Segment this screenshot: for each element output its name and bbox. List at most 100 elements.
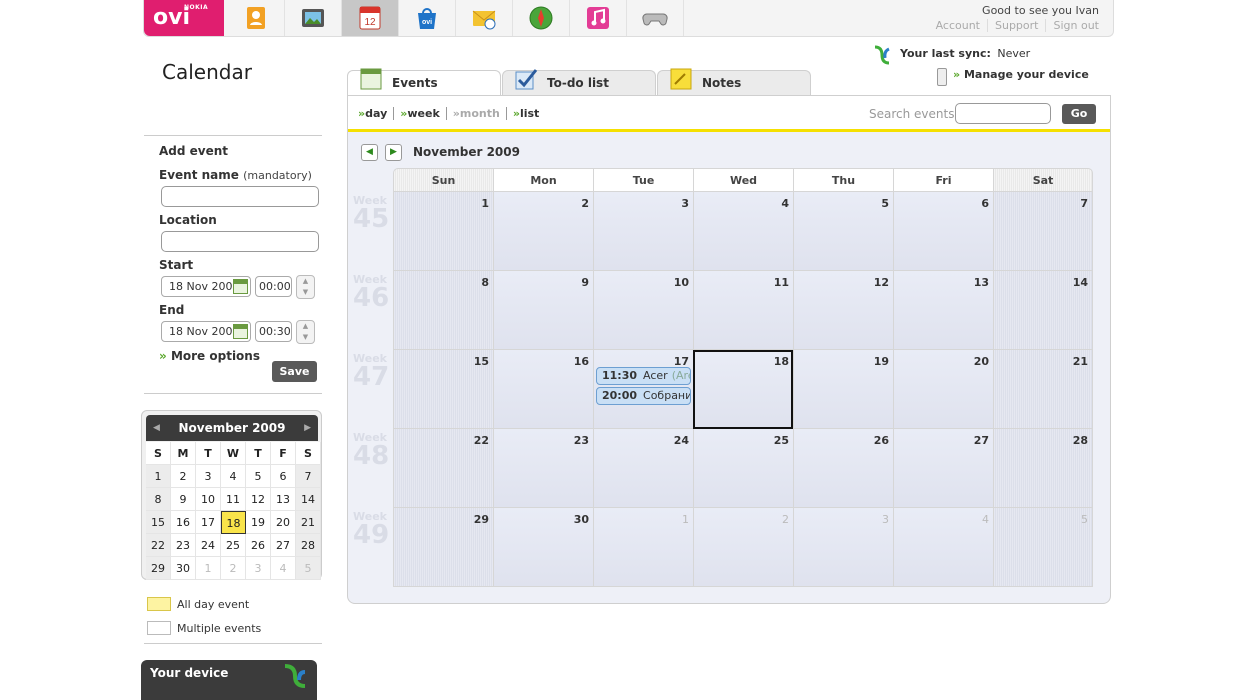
day-cell[interactable]: 5 xyxy=(793,192,893,271)
day-cell[interactable]: 23 xyxy=(493,429,593,508)
view-day[interactable]: »day xyxy=(358,107,393,120)
mini-day[interactable]: 11 xyxy=(221,488,246,511)
mini-day[interactable]: 22 xyxy=(146,534,171,557)
day-cell[interactable]: 15 xyxy=(393,350,493,429)
mini-day[interactable]: 20 xyxy=(271,511,296,534)
day-cell[interactable]: 30 xyxy=(493,508,593,587)
day-cell[interactable]: 25 xyxy=(693,429,793,508)
day-cell[interactable]: 19 xyxy=(793,350,893,429)
day-cell[interactable]: 7 xyxy=(993,192,1093,271)
day-cell[interactable]: 1 xyxy=(393,192,493,271)
calendar-event[interactable]: 20:00 Собрание xyxy=(596,387,691,405)
mini-day[interactable]: 19 xyxy=(246,511,271,534)
mini-day[interactable]: 15 xyxy=(146,511,171,534)
mini-day[interactable]: 8 xyxy=(146,488,171,511)
search-input[interactable] xyxy=(955,103,1051,124)
mini-day[interactable]: 6 xyxy=(271,465,296,488)
day-cell[interactable]: 20 xyxy=(893,350,993,429)
contacts-icon[interactable] xyxy=(228,0,285,36)
day-cell[interactable]: 10 xyxy=(593,271,693,350)
mini-day[interactable]: 3 xyxy=(196,465,221,488)
end-time-field[interactable]: 00:30 xyxy=(255,321,292,342)
mini-day[interactable]: 17 xyxy=(196,511,221,534)
day-cell[interactable]: 1 xyxy=(593,508,693,587)
event-name-field[interactable] xyxy=(161,186,319,207)
mini-day[interactable]: 5 xyxy=(246,465,271,488)
day-cell[interactable]: 6 xyxy=(893,192,993,271)
day-cell[interactable]: 4 xyxy=(693,192,793,271)
day-cell[interactable]: 9 xyxy=(493,271,593,350)
view-list[interactable]: »list xyxy=(505,107,545,120)
day-cell[interactable]: 2 xyxy=(493,192,593,271)
calendar-icon[interactable]: 12 xyxy=(342,0,399,36)
view-month[interactable]: »month xyxy=(445,107,506,120)
mini-day[interactable]: 13 xyxy=(271,488,296,511)
mini-day[interactable]: 7 xyxy=(296,465,321,488)
mini-day[interactable]: 24 xyxy=(196,534,221,557)
day-cell[interactable]: 21 xyxy=(993,350,1093,429)
ovi-store-icon[interactable]: ovi xyxy=(399,0,456,36)
day-cell[interactable]: 13 xyxy=(893,271,993,350)
day-cell[interactable]: 29 xyxy=(393,508,493,587)
mini-day[interactable]: 14 xyxy=(296,488,321,511)
date-picker-icon[interactable] xyxy=(233,324,248,339)
mini-day[interactable]: 23 xyxy=(171,534,196,557)
mini-day[interactable]: 25 xyxy=(221,534,246,557)
day-cell[interactable]: 11 xyxy=(693,271,793,350)
prev-month-icon[interactable]: ◀ xyxy=(153,415,160,441)
photos-icon[interactable] xyxy=(285,0,342,36)
next-month-icon[interactable]: ▶ xyxy=(304,415,311,441)
day-cell[interactable]: 22 xyxy=(393,429,493,508)
day-cell[interactable]: 8 xyxy=(393,271,493,350)
day-cell[interactable]: 27 xyxy=(893,429,993,508)
mini-day[interactable]: 4 xyxy=(221,465,246,488)
day-cell[interactable]: 24 xyxy=(593,429,693,508)
prev-month-button[interactable]: ◀ xyxy=(361,144,378,161)
games-icon[interactable] xyxy=(627,0,684,36)
start-time-field[interactable]: 00:00 xyxy=(255,276,292,297)
mini-day[interactable]: 3 xyxy=(246,557,271,580)
view-week[interactable]: »week xyxy=(393,107,446,120)
mini-day[interactable]: 1 xyxy=(146,465,171,488)
support-link[interactable]: Support xyxy=(987,19,1045,32)
day-cell[interactable]: 5 xyxy=(993,508,1093,587)
mini-day[interactable]: 12 xyxy=(246,488,271,511)
mini-day[interactable]: 2 xyxy=(221,557,246,580)
mini-day[interactable]: 5 xyxy=(296,557,321,580)
day-cell[interactable]: 14 xyxy=(993,271,1093,350)
day-cell[interactable]: 3 xyxy=(593,192,693,271)
start-date-field[interactable]: 18 Nov 2009 xyxy=(161,276,251,297)
tab-events[interactable]: Events xyxy=(347,68,501,98)
maps-icon[interactable] xyxy=(513,0,570,36)
end-date-field[interactable]: 18 Nov 2009 xyxy=(161,321,251,342)
day-cell[interactable]: 28 xyxy=(993,429,1093,508)
day-cell[interactable]: 3 xyxy=(793,508,893,587)
day-cell-today[interactable]: 18 xyxy=(693,350,793,429)
mini-day[interactable]: 2 xyxy=(171,465,196,488)
go-button[interactable]: Go xyxy=(1062,104,1096,124)
start-time-stepper[interactable]: ▲ ▼ xyxy=(296,275,315,299)
manage-device-link[interactable]: » Manage your device xyxy=(953,68,1089,81)
mini-day[interactable]: 27 xyxy=(271,534,296,557)
mini-day[interactable]: 29 xyxy=(146,557,171,580)
mini-day[interactable]: 1 xyxy=(196,557,221,580)
next-month-button[interactable]: ▶ xyxy=(385,144,402,161)
mini-day[interactable]: 16 xyxy=(171,511,196,534)
mini-day[interactable]: 10 xyxy=(196,488,221,511)
day-cell[interactable]: 16 xyxy=(493,350,593,429)
account-link[interactable]: Account xyxy=(929,19,987,32)
mini-day[interactable]: 21 xyxy=(296,511,321,534)
date-picker-icon[interactable] xyxy=(233,279,248,294)
tab-todo[interactable]: To-do list xyxy=(502,69,656,96)
save-button[interactable]: Save xyxy=(272,361,317,382)
mail-icon[interactable] xyxy=(456,0,513,36)
calendar-event[interactable]: 11:30 Acer(Are xyxy=(596,367,691,385)
ovi-logo[interactable]: ovi NOKIA xyxy=(144,0,224,36)
music-icon[interactable] xyxy=(570,0,627,36)
location-field[interactable] xyxy=(161,231,319,252)
sign-out-link[interactable]: Sign out xyxy=(1045,19,1099,32)
more-options-link[interactable]: » More options xyxy=(159,349,260,363)
day-cell[interactable]: 1711:30Acer(Are20:00Собрание xyxy=(593,350,693,429)
mini-day[interactable]: 9 xyxy=(171,488,196,511)
mini-day[interactable]: 26 xyxy=(246,534,271,557)
